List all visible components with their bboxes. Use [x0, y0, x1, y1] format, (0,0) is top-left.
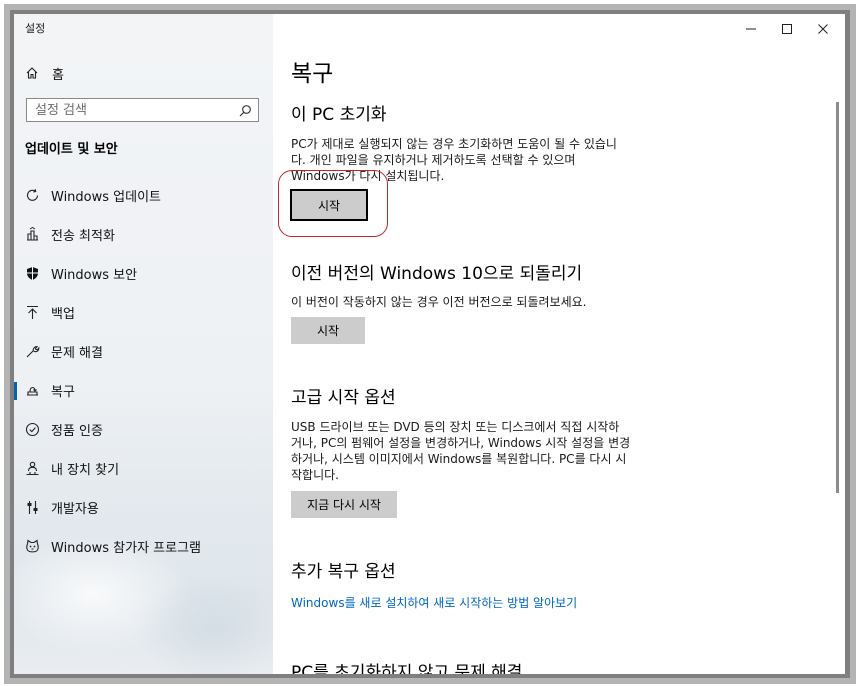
person-location-icon	[24, 461, 40, 477]
close-button[interactable]	[805, 14, 841, 42]
check-circle-icon	[24, 422, 40, 438]
sidebar-item-recovery[interactable]: 복구	[14, 371, 273, 410]
fix-without-reset-section-title: PC를 초기화하지 않고 문제 해결	[291, 663, 523, 674]
restart-now-button[interactable]: 지금 다시 시작	[291, 491, 397, 518]
fresh-start-link[interactable]: Windows를 새로 설치하여 새로 시작하는 방법 알아보기	[291, 594, 577, 611]
advanced-startup-description-line: 거나, PC의 펌웨어 설정을 변경하거나, Windows 시작 설정을 변경	[291, 436, 631, 450]
app-title: 설정	[25, 22, 46, 35]
sidebar-item-windows-insider[interactable]: Windows 참가자 프로그램	[14, 527, 273, 566]
sidebar-item-label: Windows 보안	[51, 268, 138, 283]
developer-sliders-icon	[24, 500, 40, 516]
go-back-start-button[interactable]: 시작	[291, 317, 365, 344]
reset-description-line: PC가 제대로 실행되지 않는 경우 초기화하면 도움이 될 수 있습니	[291, 137, 617, 151]
backup-arrow-icon	[24, 305, 40, 321]
home-label: 홈	[52, 67, 64, 83]
sidebar-item-label: 내 장치 찾기	[51, 463, 120, 478]
home-nav-item[interactable]: 홈	[24, 62, 64, 84]
reset-description-line: 다. 개인 파일을 유지하거나 제거하도록 선택할 수 있으며	[291, 153, 576, 167]
recovery-icon	[24, 383, 40, 399]
sidebar-item-find-my-device[interactable]: 내 장치 찾기	[14, 449, 273, 488]
settings-window: 설정 홈 업데이트 및 보안 Windows 업데이	[14, 14, 845, 674]
sidebar-item-label: 전송 최적화	[51, 229, 115, 244]
insider-cat-icon	[24, 539, 40, 555]
sidebar-item-label: Windows 참가자 프로그램	[51, 541, 202, 556]
sidebar-section-title: 업데이트 및 보안	[25, 142, 118, 157]
sidebar-item-backup[interactable]: 백업	[14, 293, 273, 332]
sidebar-item-label: 개발자용	[51, 502, 99, 517]
sidebar-item-windows-security[interactable]: Windows 보안	[14, 254, 273, 293]
close-icon	[818, 19, 828, 38]
sidebar-item-for-developers[interactable]: 개발자용	[14, 488, 273, 527]
sidebar-item-label: 백업	[51, 307, 75, 322]
page-title: 복구	[291, 61, 334, 87]
more-options-section-title: 추가 복구 옵션	[291, 562, 396, 582]
sidebar-item-label: 복구	[51, 385, 75, 400]
scrollbar[interactable]	[836, 102, 839, 493]
search-input[interactable]	[35, 102, 235, 118]
highlight-annotation	[278, 170, 388, 237]
advanced-startup-section-title: 고급 시작 옵션	[291, 388, 396, 408]
wrench-icon	[24, 344, 40, 360]
search-icon[interactable]	[238, 103, 252, 117]
maximize-button[interactable]	[769, 14, 805, 42]
sidebar-item-label: 정품 인증	[51, 424, 103, 439]
sidebar-item-windows-update[interactable]: Windows 업데이트	[14, 176, 273, 215]
main-content: 복구 이 PC 초기화 PC가 제대로 실행되지 않는 경우 초기화하면 도움이…	[273, 14, 845, 674]
sidebar-item-label: Windows 업데이트	[51, 190, 162, 205]
minimize-button[interactable]	[733, 14, 769, 42]
sidebar-item-troubleshoot[interactable]: 문제 해결	[14, 332, 273, 371]
maximize-icon	[782, 19, 792, 38]
advanced-startup-description: USB 드라이브 또는 DVD 등의 장치 또는 디스크에서 직접 시작하 거나…	[291, 419, 681, 483]
delivery-optimization-icon	[24, 227, 40, 243]
sidebar-item-label: 문제 해결	[51, 346, 103, 361]
search-box[interactable]	[26, 98, 259, 122]
refresh-icon	[24, 188, 40, 204]
reset-section-title: 이 PC 초기화	[291, 105, 387, 125]
minimize-icon	[746, 19, 756, 38]
sidebar: 설정 홈 업데이트 및 보안 Windows 업데이	[14, 14, 273, 674]
advanced-startup-description-line: USB 드라이브 또는 DVD 등의 장치 또는 디스크에서 직접 시작하	[291, 420, 620, 434]
shield-icon	[24, 266, 40, 282]
sidebar-nav: Windows 업데이트 전송 최적화 Windows 보안 백업 문제 해결 …	[14, 176, 273, 566]
sidebar-item-delivery-optimization[interactable]: 전송 최적화	[14, 215, 273, 254]
go-back-description: 이 버전이 작동하지 않는 경우 이전 버전으로 되돌려보세요.	[291, 295, 587, 309]
advanced-startup-description-line: 작합니다.	[291, 468, 339, 482]
sidebar-item-activation[interactable]: 정품 인증	[14, 410, 273, 449]
screenshot-frame: 설정 홈 업데이트 및 보안 Windows 업데이	[0, 0, 860, 686]
advanced-startup-description-line: 하거나, 시스템 이미지에서 Windows를 복원합니다. PC를 다시 시	[291, 452, 627, 466]
home-icon	[24, 65, 40, 81]
go-back-section-title: 이전 버전의 Windows 10으로 되돌리기	[291, 264, 583, 284]
